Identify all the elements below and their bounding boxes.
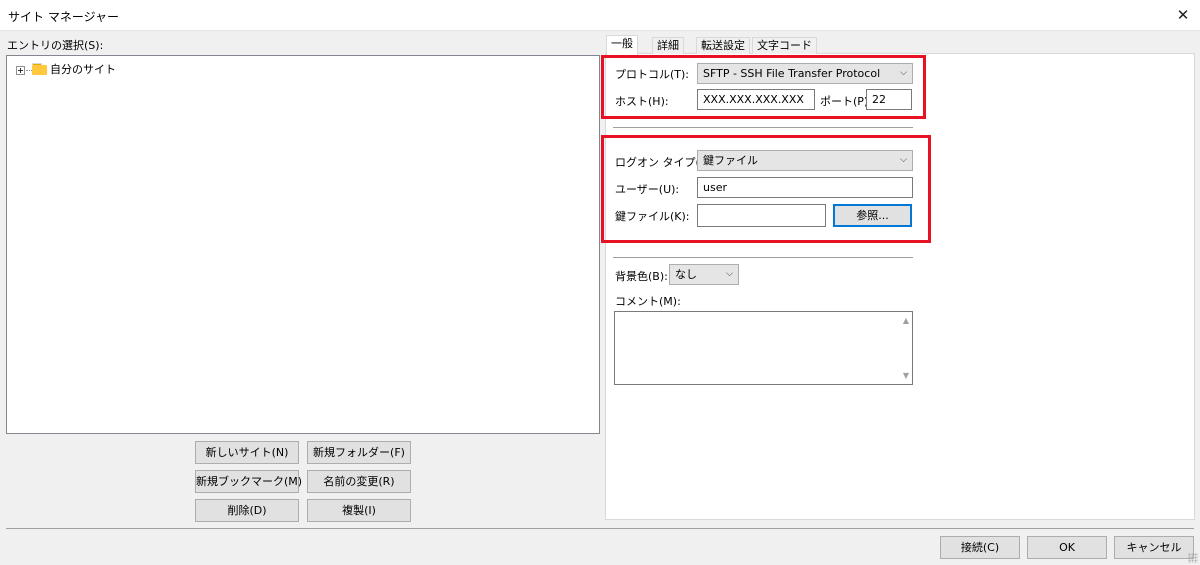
comment-label: コメント(M): [615,295,681,308]
expand-icon[interactable] [16,66,25,75]
tab-general[interactable]: 一般 [606,35,638,55]
site-tree[interactable]: 自分のサイト [6,55,600,434]
tree-heading: エントリの選択(S): [7,39,104,52]
tab-transfer-settings[interactable]: 転送設定 [696,37,750,54]
cancel-button[interactable]: キャンセル [1114,536,1194,559]
new-bookmark-button[interactable]: 新規ブックマーク(M) [195,470,302,493]
tree-item-my-sites[interactable]: 自分のサイト [50,61,116,77]
highlight-box [601,55,926,119]
general-tab-panel [605,54,1195,520]
tab-charset[interactable]: 文字コード [752,37,817,54]
rename-button[interactable]: 名前の変更(R) [307,470,411,493]
scroll-up-icon[interactable]: ▲ [903,316,909,325]
folder-icon [32,63,47,75]
bgcolor-select[interactable]: なし ⌵ [669,264,739,285]
highlight-box [601,135,931,243]
chevron-down-icon: ⌵ [726,269,733,279]
separator [613,257,913,258]
ok-button[interactable]: OK [1027,536,1107,559]
duplicate-button[interactable]: 複製(I) [307,499,411,522]
delete-button[interactable]: 削除(D) [195,499,299,522]
separator [613,127,913,128]
comment-textarea[interactable]: ▲ ▼ [614,311,913,385]
new-site-button[interactable]: 新しいサイト(N) [195,441,299,464]
resize-grip-icon[interactable] [1188,553,1198,563]
tab-advanced[interactable]: 詳細 [652,37,684,54]
connect-button[interactable]: 接続(C) [940,536,1020,559]
window-title: サイト マネージャー [8,10,119,24]
footer-separator [6,528,1194,529]
bgcolor-value: なし [675,268,697,281]
bgcolor-label: 背景色(B): [615,270,668,283]
new-folder-button[interactable]: 新規フォルダー(F) [307,441,411,464]
close-icon[interactable]: ✕ [1172,4,1194,26]
title-bar: サイト マネージャー ✕ [0,0,1200,31]
scroll-down-icon[interactable]: ▼ [903,371,909,380]
